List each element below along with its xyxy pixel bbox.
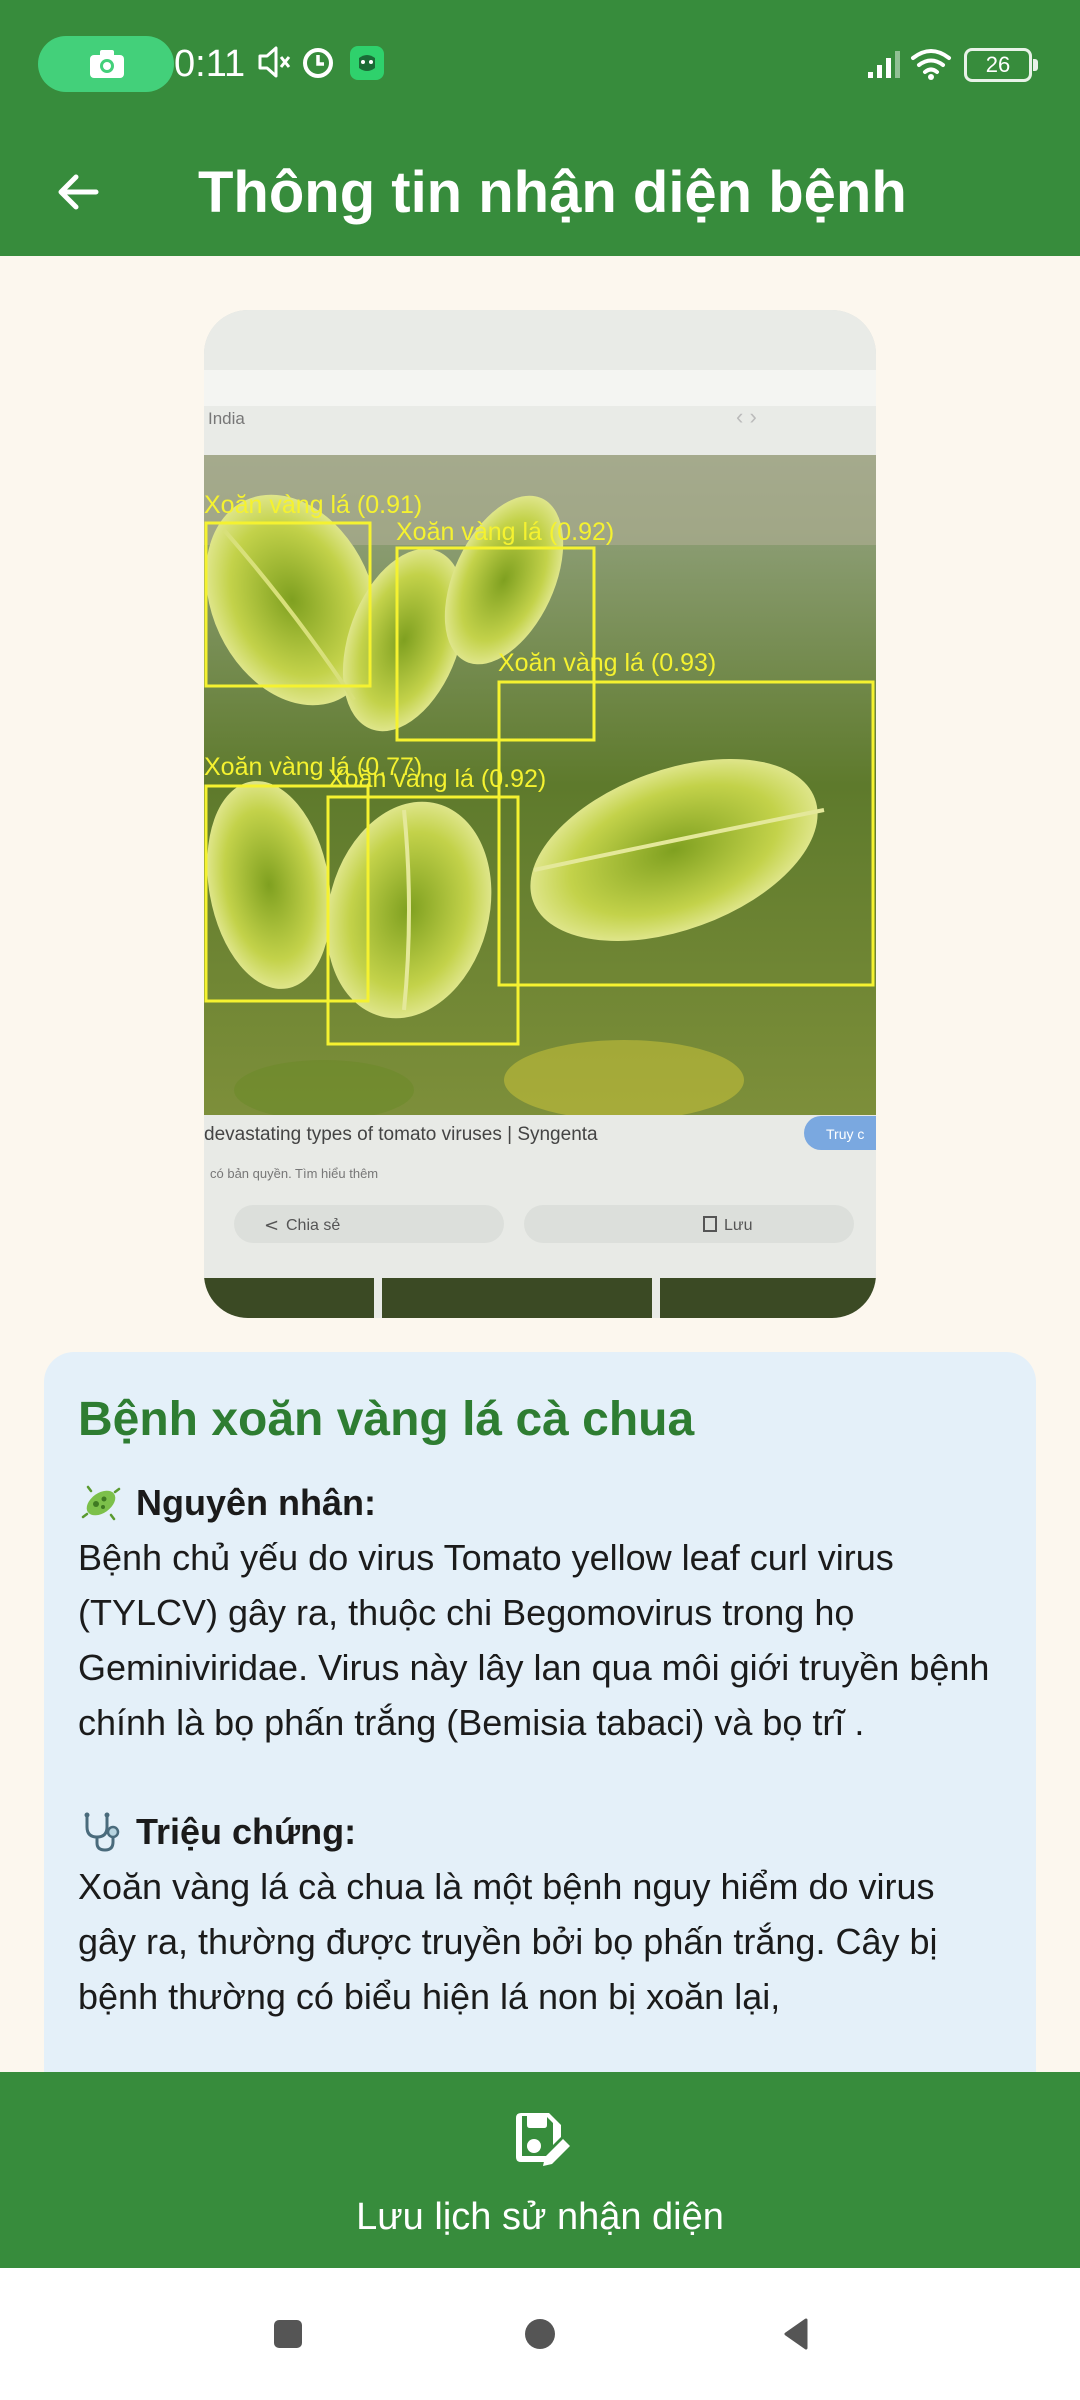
mute-icon [258,46,291,78]
detection-label: Xoăn vàng lá (0.92) [396,518,614,546]
detection-label: Xoăn vàng lá (0.91) [204,491,422,519]
battery-icon: 26 [964,48,1038,82]
microbe-icon [78,1480,124,1526]
photo-save-button: Lưu [724,1217,753,1234]
svg-text:‹ ›: ‹ › [736,404,757,429]
photo-page-caption: devastating types of tomato viruses | Sy… [204,1124,598,1145]
symptoms-heading: Triệu chứng: [78,1805,1002,1859]
detection-result-image: India ‹ › devastating types of tomato vi… [204,310,876,1318]
page-title: Thông tin nhận diện bệnh [198,160,907,225]
detection-label: Xoăn vàng lá (0.92) [328,765,546,793]
back-button[interactable] [40,154,116,230]
screen-record-indicator[interactable] [38,36,174,92]
cause-text: Bệnh chủ yếu do virus Tomato yellow leaf… [78,1537,990,1743]
circle-icon [525,2319,555,2349]
arrow-left-icon [58,174,99,210]
app-bar: Thông tin nhận diện bệnh [0,128,1080,256]
signal-icon [868,51,900,78]
square-icon [274,2320,302,2348]
home-button[interactable] [514,2308,566,2360]
battery-level: 26 [985,52,1011,77]
save-edit-icon [516,2113,570,2166]
camera-icon [90,50,124,78]
photo-visit-button: Truy c [826,1126,864,1142]
photo-browser-tab: India [208,409,245,428]
wifi-icon [911,49,951,80]
triangle-back-icon [784,2318,808,2350]
system-nav-bar [0,2268,1080,2400]
save-history-button[interactable]: Lưu lịch sử nhận diện [0,2072,1080,2268]
photo-copyright-note: có bản quyền. Tìm hiểu thêm [210,1166,378,1181]
clock: 0:11 [174,43,246,85]
symptoms-heading-text: Triệu chứng: [136,1811,357,1852]
recents-button[interactable] [262,2308,314,2360]
cause-heading-text: Nguyên nhân: [136,1482,376,1523]
svg-text:<: < [264,1215,279,1236]
status-bar: 0:11 26 [0,0,1080,128]
save-history-label: Lưu lịch sử nhận diện [356,2196,724,2238]
disease-info-card: Bệnh xoăn vàng lá cà chua Nguyên nhân: B… [44,1352,1036,2072]
symptoms-text: Xoăn vàng lá cà chua là một bệnh nguy hi… [78,1866,938,2017]
app-notification-icon [350,46,384,80]
photo-share-button: Chia sẻ [286,1217,340,1234]
alarm-icon [303,48,333,78]
back-nav-button[interactable] [770,2308,822,2360]
disease-name: Bệnh xoăn vàng lá cà chua [78,1393,695,1446]
detection-label: Xoăn vàng lá (0.93) [498,649,716,677]
cause-heading: Nguyên nhân: [78,1476,1002,1530]
stethoscope-icon [78,1809,124,1855]
